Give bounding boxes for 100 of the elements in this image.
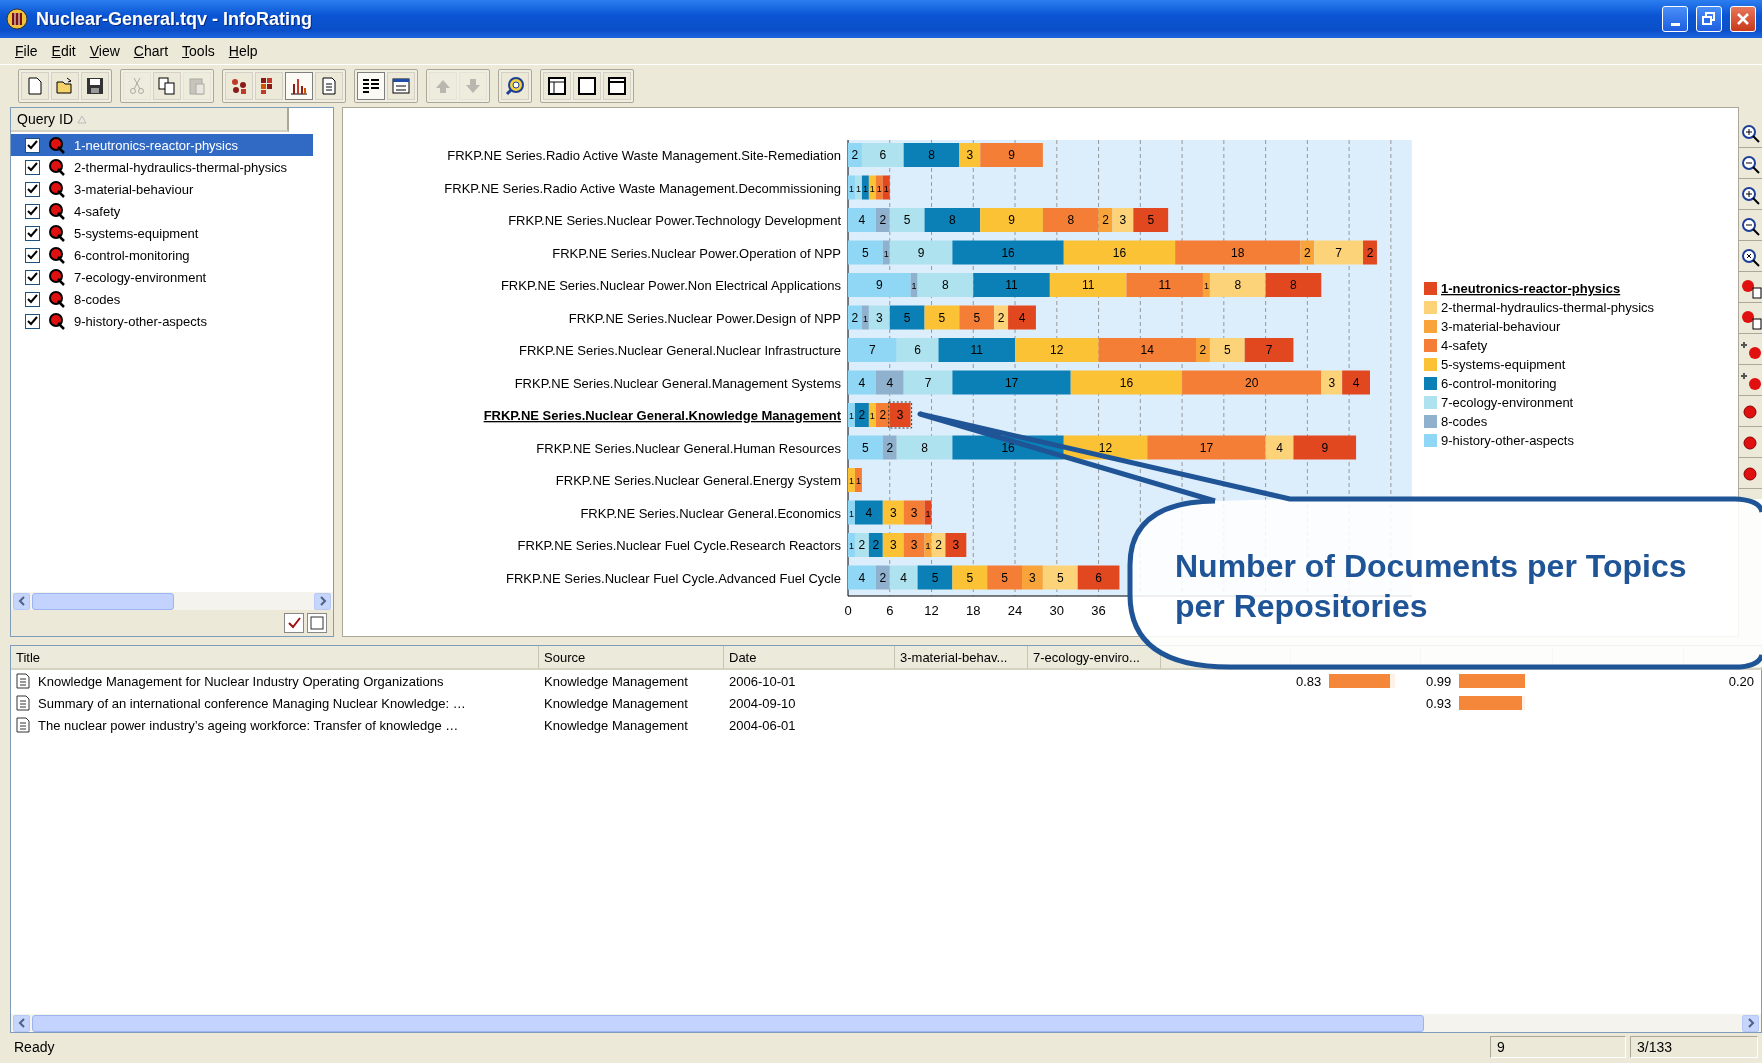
query-label: 9-history-other-aspects bbox=[74, 313, 207, 329]
query-list-item[interactable]: 2-thermal-hydraulics-thermal-physics bbox=[11, 156, 313, 178]
restore-button[interactable] bbox=[1696, 6, 1722, 32]
bar-value-label: 3 bbox=[910, 538, 918, 552]
bar-value-label: 2 bbox=[879, 408, 887, 422]
menu-item[interactable]: Chart bbox=[126, 41, 176, 61]
column-header[interactable]: Query ID bbox=[11, 108, 289, 132]
query-label: 3-material-behaviour bbox=[74, 181, 194, 197]
query-list-item[interactable]: 9-history-other-aspects bbox=[11, 310, 313, 332]
menu-item[interactable]: Edit bbox=[44, 41, 83, 61]
query-list-item[interactable]: 4-safety bbox=[11, 200, 313, 222]
list-icon bbox=[361, 76, 381, 96]
menu-item[interactable]: Help bbox=[221, 41, 265, 61]
category-label[interactable]: FRKP.NE Series.Nuclear Fuel Cycle.Advanced Fuel Cycle bbox=[506, 570, 841, 586]
query-icon bbox=[48, 136, 66, 154]
category-label[interactable]: FRKP.NE Series.Nuclear Power.Technology Development bbox=[508, 213, 841, 228]
category-label[interactable]: FRKP.NE Series.Nuclear General.Human Resources bbox=[536, 440, 841, 456]
category-label[interactable]: FRKP.NE Series.Nuclear General.Economics bbox=[580, 505, 841, 521]
check-all-button[interactable] bbox=[284, 613, 304, 633]
bar-value-label: 1 bbox=[869, 411, 875, 421]
legend-label[interactable]: 1-neutronics-reactor-physics bbox=[1441, 281, 1621, 296]
scroll-right-button[interactable] bbox=[314, 592, 331, 610]
table-cell: Knowledge Management bbox=[544, 717, 688, 733]
checkbox[interactable] bbox=[25, 137, 40, 153]
checkbox[interactable] bbox=[25, 313, 40, 329]
legend-label[interactable]: 5-systems-equipment bbox=[1441, 357, 1566, 372]
legend-label[interactable]: 6-control-monitoring bbox=[1441, 376, 1557, 391]
bar-value-label: 2 bbox=[851, 310, 859, 325]
query-list-item[interactable]: 6-control-monitoring bbox=[11, 244, 313, 266]
bar-value-label: 4 bbox=[1018, 310, 1026, 325]
scroll-left-button[interactable] bbox=[13, 1014, 30, 1032]
category-label[interactable]: FRKP.NE Series.Radio Active Waste Management.Site-Remediation bbox=[447, 148, 841, 163]
app-logo-icon bbox=[6, 8, 28, 30]
checkbox[interactable] bbox=[25, 247, 40, 263]
legend-label[interactable]: 8-codes bbox=[1441, 414, 1488, 429]
query-list-item[interactable]: 5-systems-equipment bbox=[11, 222, 313, 244]
category-label[interactable]: FRKP.NE Series.Nuclear General.Energy System bbox=[555, 473, 841, 488]
bar-value-label: 6 bbox=[879, 148, 887, 162]
category-label[interactable]: FRKP.NE Series.Nuclear General.Nuclear Infrastructure bbox=[519, 343, 841, 358]
query-list-item[interactable]: 3-material-behaviour bbox=[11, 178, 313, 200]
menu-item[interactable]: Tools bbox=[175, 41, 222, 61]
checkbox[interactable] bbox=[25, 225, 40, 241]
toolbar-button[interactable] bbox=[357, 72, 385, 100]
bar-value-label: 8 bbox=[921, 440, 928, 455]
query-list-item[interactable]: 7-ecology-environment bbox=[11, 266, 313, 288]
bar-value-label: 5 bbox=[1001, 570, 1008, 585]
category-label[interactable]: FRKP.NE Series.Nuclear Power.Non Electrical Applications bbox=[500, 278, 841, 293]
bar-value-label: 5 bbox=[931, 570, 939, 585]
add-marker-icon bbox=[1739, 371, 1762, 393]
horizontal-scrollbar[interactable] bbox=[11, 1014, 1761, 1032]
category-label[interactable]: FRKP.NE Series.Nuclear General.Knowledge Management bbox=[483, 408, 841, 423]
checkbox[interactable] bbox=[25, 203, 40, 219]
column-header[interactable]: Source bbox=[539, 646, 724, 670]
zoom-in-icon bbox=[1739, 123, 1762, 145]
details-icon bbox=[391, 76, 411, 96]
scroll-thumb[interactable] bbox=[32, 1014, 1424, 1032]
legend-label[interactable]: 2-thermal-hydraulics-thermal-physics bbox=[1441, 300, 1655, 315]
close-button[interactable] bbox=[1730, 6, 1756, 32]
checkbox[interactable] bbox=[25, 181, 40, 197]
query-label: 4-safety bbox=[74, 203, 121, 219]
query-list-item[interactable]: 1-neutronics-reactor-physics bbox=[11, 134, 313, 156]
save-icon bbox=[85, 76, 105, 96]
bar-value-label: 2 bbox=[935, 538, 942, 552]
horizontal-scrollbar[interactable] bbox=[11, 592, 333, 610]
scroll-right-button[interactable] bbox=[1742, 1014, 1759, 1032]
minimize-button[interactable] bbox=[1662, 6, 1688, 32]
category-label[interactable]: FRKP.NE Series.Nuclear Fuel Cycle.Research Reactors bbox=[517, 538, 841, 553]
checkbox[interactable] bbox=[25, 269, 40, 285]
legend-label[interactable]: 3-material-behaviour bbox=[1441, 319, 1561, 334]
query-list-item[interactable]: 8-codes bbox=[11, 288, 313, 310]
zoom-out-icon bbox=[1739, 154, 1762, 176]
document-title[interactable]: Knowledge Management for Nuclear Industry Operating Organizations bbox=[38, 673, 444, 689]
column-header[interactable]: Date bbox=[724, 646, 895, 670]
scroll-left-button[interactable] bbox=[13, 592, 30, 610]
column-header[interactable]: 7-ecology-enviro... bbox=[1028, 646, 1161, 670]
category-label[interactable]: FRKP.NE Series.Radio Active Waste Management.Decommissioning bbox=[444, 180, 841, 196]
bar-value-label: 2 bbox=[1304, 245, 1311, 260]
scroll-thumb[interactable] bbox=[32, 592, 174, 610]
category-label[interactable]: FRKP.NE Series.Nuclear General.Management Systems bbox=[514, 375, 841, 391]
document-title[interactable]: The nuclear power industry’s ageing workforce: Transfer of knowledge … bbox=[38, 717, 459, 733]
legend-label[interactable]: 4-safety bbox=[1441, 338, 1488, 353]
category-label[interactable]: FRKP.NE Series.Nuclear Power.Operation of NPP bbox=[552, 245, 841, 261]
close-icon bbox=[1736, 12, 1750, 26]
column-header[interactable]: Title bbox=[11, 646, 539, 670]
bar-value-label: 8 bbox=[1067, 213, 1075, 227]
document-icon bbox=[16, 695, 30, 711]
bar-value-label: 2 bbox=[858, 408, 866, 422]
uncheck-all-button[interactable] bbox=[307, 613, 327, 633]
checkbox[interactable] bbox=[25, 291, 40, 307]
column-header[interactable]: 3-material-behav... bbox=[895, 646, 1028, 670]
menu-item[interactable]: View bbox=[82, 41, 127, 61]
category-label[interactable]: FRKP.NE Series.Nuclear Power.Design of NPP bbox=[568, 310, 841, 326]
document-title[interactable]: Summary of an international conference Managing Nuclear Knowledge: … bbox=[38, 695, 466, 711]
menu-item[interactable]: File bbox=[8, 41, 45, 61]
legend-label[interactable]: 7-ecology-environment bbox=[1441, 395, 1574, 410]
toolbar-button[interactable] bbox=[285, 72, 313, 100]
bar-value-label: 2 bbox=[997, 310, 1005, 325]
bar-value-label: 1 bbox=[862, 313, 868, 324]
checkbox[interactable] bbox=[25, 159, 40, 175]
legend-label[interactable]: 9-history-other-aspects bbox=[1441, 433, 1574, 448]
